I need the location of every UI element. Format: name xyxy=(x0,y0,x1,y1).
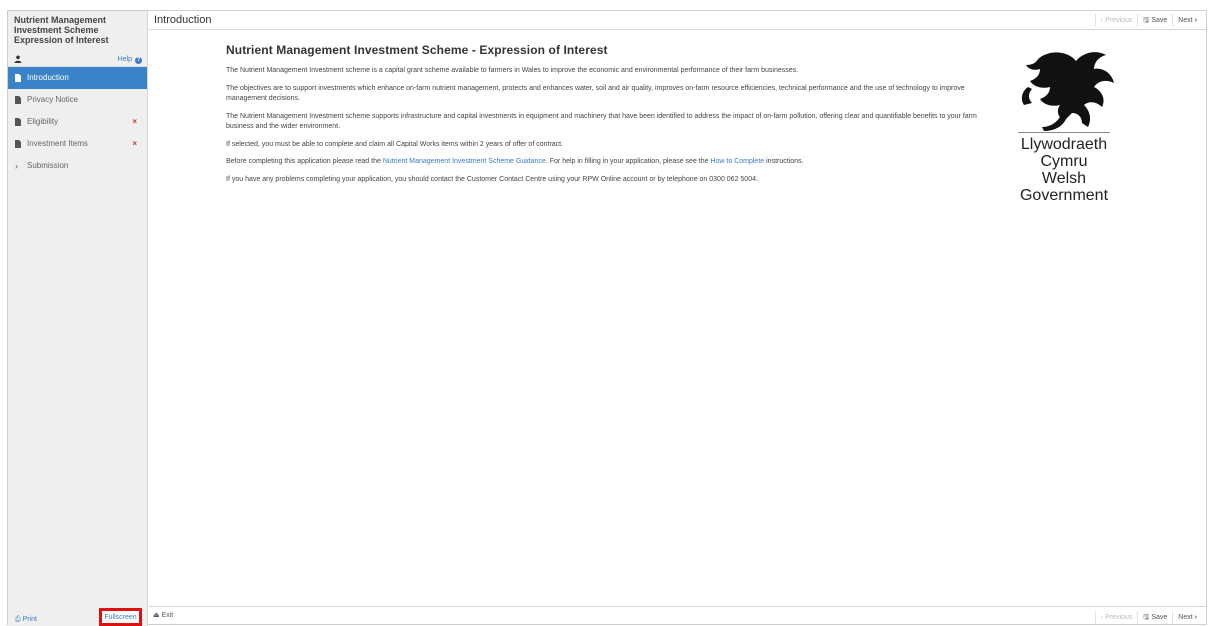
chevron-right-icon: › xyxy=(1194,614,1197,621)
save-label: Save xyxy=(1151,614,1168,621)
previous-button[interactable]: ‹ Previous xyxy=(1094,14,1138,27)
scheme-guidance-link[interactable]: Nutrient Management Investment Scheme Gu… xyxy=(383,158,546,165)
guidance-text: . For help in filling in your applicatio… xyxy=(545,158,711,165)
chevron-right-icon: › xyxy=(15,161,18,171)
save-icon: 🖫 xyxy=(1143,17,1150,24)
sidebar-item-submission[interactable]: › Submission xyxy=(8,155,147,177)
exit-label: Exit xyxy=(161,612,174,619)
top-pager: ‹ Previous 🖫 Save Next › xyxy=(1094,14,1202,27)
help-label: Help xyxy=(117,56,133,63)
chevron-left-icon: ‹ xyxy=(1100,17,1104,24)
app-title-line: Nutrient Management xyxy=(14,15,107,25)
sidebar-item-label: Eligibility xyxy=(27,117,59,126)
document-icon xyxy=(15,118,21,126)
top-bar: Introduction ‹ Previous 🖫 Save Next › xyxy=(149,11,1206,30)
intro-paragraph: The Nutrient Management Investment schem… xyxy=(226,67,799,74)
chevron-left-icon: ‹ xyxy=(1100,614,1104,621)
application-frame: Nutrient Management Investment Scheme Ex… xyxy=(7,10,1207,626)
print-label: Print xyxy=(22,616,37,623)
document-icon xyxy=(15,140,21,148)
app-title-line: Expression of Interest xyxy=(14,35,109,45)
dragon-icon xyxy=(1018,52,1114,134)
sidebar: Nutrient Management Investment Scheme Ex… xyxy=(8,11,148,626)
contact-paragraph: If you have any problems completing your… xyxy=(226,175,758,183)
exit-button[interactable]: ⏏ Exit xyxy=(153,611,173,619)
exit-icon: ⏏ xyxy=(153,612,160,619)
sidebar-item-eligibility[interactable]: Eligibility × xyxy=(8,111,147,133)
save-icon: 🖫 xyxy=(1143,614,1150,621)
document-icon xyxy=(15,74,21,82)
user-icon[interactable] xyxy=(14,55,22,63)
app-title: Nutrient Management Investment Scheme Ex… xyxy=(8,11,147,53)
previous-label: Previous xyxy=(1105,17,1133,24)
next-button[interactable]: Next › xyxy=(1172,611,1202,624)
save-button[interactable]: 🖫 Save xyxy=(1137,14,1172,27)
user-row: Help ? xyxy=(8,53,147,67)
sidebar-item-label: Introduction xyxy=(27,73,69,82)
chevron-right-icon: › xyxy=(1194,17,1197,24)
page-title: Introduction xyxy=(154,14,212,26)
app-title-line: Investment Scheme xyxy=(14,25,99,35)
objectives-paragraph: The objectives are to support investment… xyxy=(226,84,965,103)
save-label: Save xyxy=(1151,17,1168,24)
selection-paragraph: If selected, you must be able to complet… xyxy=(226,140,564,148)
print-link[interactable]: ⎙ Print xyxy=(15,616,37,624)
content-heading: Nutrient Management Investment Scheme - … xyxy=(226,43,608,57)
guidance-text: Before completing this application pleas… xyxy=(226,158,383,165)
logo-text: Llywodraeth Cymru Welsh Government xyxy=(998,136,1130,204)
error-icon: × xyxy=(132,117,137,126)
previous-button[interactable]: ‹ Previous xyxy=(1094,611,1138,624)
error-icon: × xyxy=(132,139,137,148)
guidance-paragraph: Before completing this application pleas… xyxy=(226,157,1006,168)
print-icon: ⎙ xyxy=(15,616,21,623)
logo-welsh-name: Llywodraeth Cymru xyxy=(1020,136,1108,170)
question-icon: ? xyxy=(135,57,142,64)
main-content: Nutrient Management Investment Scheme - … xyxy=(226,43,1006,192)
sidebar-item-label: Investment Items xyxy=(27,139,88,148)
save-button[interactable]: 🖫 Save xyxy=(1137,611,1172,624)
next-button[interactable]: Next › xyxy=(1172,14,1202,27)
bottom-pager: ‹ Previous 🖫 Save Next › xyxy=(1094,611,1202,624)
bottom-bar: ⏏ Exit ‹ Previous 🖫 Save Next › xyxy=(149,606,1206,624)
support-paragraph: The Nutrient Management Investment schem… xyxy=(226,112,977,131)
logo-english-name: Welsh Government xyxy=(1019,170,1109,204)
how-to-complete-link[interactable]: How to Complete xyxy=(710,158,764,165)
fullscreen-link[interactable]: Fullscreen xyxy=(99,608,142,626)
sidebar-item-label: Privacy Notice xyxy=(27,95,79,104)
sidebar-item-introduction[interactable]: Introduction xyxy=(8,67,147,89)
help-link[interactable]: Help ? xyxy=(118,56,142,64)
next-label: Next xyxy=(1178,614,1193,621)
document-icon xyxy=(15,96,21,104)
guidance-text: instructions. xyxy=(764,158,804,165)
next-label: Next xyxy=(1178,17,1193,24)
welsh-government-logo: Llywodraeth Cymru Welsh Government xyxy=(998,47,1130,204)
sidebar-item-privacy-notice[interactable]: Privacy Notice xyxy=(8,89,147,111)
sidebar-item-label: Submission xyxy=(27,161,69,170)
sidebar-footer: ⎙ Print Fullscreen xyxy=(8,608,148,626)
previous-label: Previous xyxy=(1105,614,1133,621)
sidebar-item-investment-items[interactable]: Investment Items × xyxy=(8,133,147,155)
